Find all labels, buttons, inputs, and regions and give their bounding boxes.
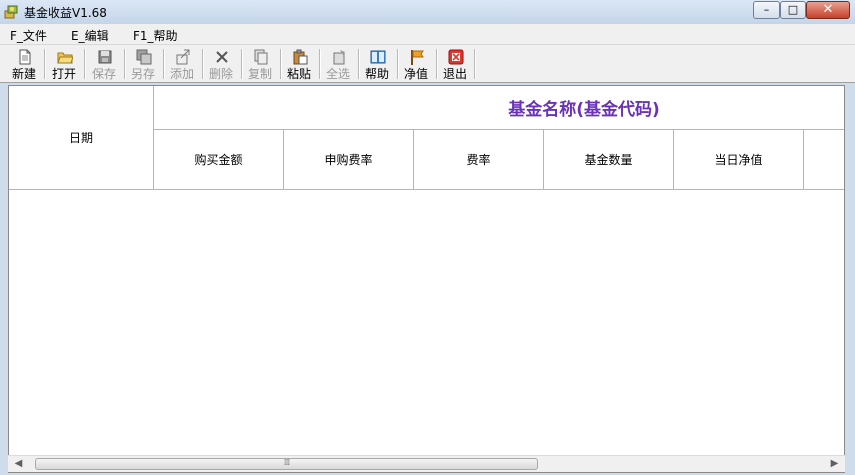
fund-name-header-label: 基金名称(基金代码) — [508, 100, 660, 120]
copy-icon — [254, 49, 268, 65]
horizontal-scrollbar[interactable]: ◀ ⁞⁞⁞ ▶ — [8, 455, 845, 472]
scroll-left-icon[interactable]: ◀ — [10, 456, 27, 472]
paste-icon — [293, 49, 308, 65]
column-header-daily-nav[interactable]: 当日净值 — [674, 130, 804, 190]
column-header-overflow[interactable] — [804, 130, 844, 190]
scrollbar-grip-icon: ⁞⁞⁞ — [283, 458, 291, 468]
new-button[interactable]: 新建 — [6, 47, 42, 81]
date-header-label: 日期 — [68, 131, 93, 145]
toolbar-separator — [474, 49, 476, 79]
help-button[interactable]: 帮助 — [359, 47, 395, 81]
new-document-icon — [19, 49, 31, 65]
column-header-purchase-amount[interactable]: 购买金额 — [154, 130, 284, 190]
save-as-icon — [136, 49, 152, 65]
help-book-icon — [370, 50, 386, 64]
column-header-label: 申购费率 — [324, 153, 373, 167]
app-icon — [4, 5, 18, 19]
save-disk-icon — [98, 50, 112, 64]
scroll-right-icon[interactable]: ▶ — [826, 456, 843, 472]
title-bar[interactable]: 基金收益V1.68 – □ ✕ — [0, 0, 855, 24]
paste-button[interactable]: 粘贴 — [281, 47, 317, 81]
new-button-label: 新建 — [11, 67, 36, 81]
menu-bar: F_文件 E_编辑 F1_帮助 — [0, 24, 855, 45]
copy-button-label: 复制 — [247, 67, 272, 81]
window-title: 基金收益V1.68 — [24, 6, 107, 20]
column-header-fund-quantity[interactable]: 基金数量 — [544, 130, 674, 190]
column-header-label: 基金数量 — [584, 153, 633, 167]
delete-x-icon — [216, 51, 228, 63]
minimize-icon: – — [763, 3, 770, 16]
column-header-fee-rate[interactable]: 费率 — [414, 130, 544, 190]
close-button[interactable]: ✕ — [806, 1, 850, 19]
delete-button-label: 删除 — [208, 67, 233, 81]
net-value-button[interactable]: 净值 — [398, 47, 434, 81]
column-header-date[interactable]: 日期 — [9, 86, 154, 190]
close-icon: ✕ — [822, 2, 834, 17]
column-header-label: 费率 — [466, 153, 491, 167]
save-button-label: 保存 — [91, 67, 116, 81]
maximize-button[interactable]: □ — [780, 1, 806, 19]
save-as-button-label: 另存 — [130, 67, 155, 81]
minimize-button[interactable]: – — [753, 1, 780, 19]
exit-icon — [448, 49, 464, 65]
fund-name-header: 基金名称(基金代码) — [154, 86, 844, 130]
column-header-label: 购买金额 — [194, 153, 243, 167]
column-header-subscription-fee-rate[interactable]: 申购费率 — [284, 130, 414, 190]
open-folder-icon — [57, 52, 73, 64]
menu-help[interactable]: F1_帮助 — [133, 27, 178, 44]
select-all-button-label: 全选 — [325, 67, 350, 81]
select-all-button[interactable]: 全选 — [320, 47, 356, 81]
flag-icon — [411, 50, 424, 65]
menu-file[interactable]: F_文件 — [10, 27, 47, 44]
save-as-button[interactable]: 另存 — [125, 47, 161, 81]
open-button-label: 打开 — [51, 67, 76, 81]
exit-button-label: 退出 — [442, 67, 467, 81]
fund-grid[interactable]: 日期 基金名称(基金代码) 购买金额 申购费率 费率 基金数量 当日净值 — [8, 85, 845, 473]
open-button[interactable]: 打开 — [46, 47, 82, 81]
paste-button-label: 粘贴 — [286, 67, 311, 81]
net-value-button-label: 净值 — [403, 67, 428, 81]
exit-button[interactable]: 退出 — [437, 47, 473, 81]
help-button-label: 帮助 — [364, 67, 389, 81]
add-button[interactable]: 添加 — [164, 47, 200, 81]
save-button[interactable]: 保存 — [86, 47, 122, 81]
select-all-icon — [333, 50, 345, 65]
add-button-label: 添加 — [169, 67, 194, 81]
delete-button[interactable]: 删除 — [203, 47, 239, 81]
toolbar: 新建 打开 保存 另存 添加 删除 复制 粘贴 全选 帮助 净值 退出 — [0, 45, 855, 83]
scrollbar-thumb[interactable]: ⁞⁞⁞ — [35, 458, 538, 470]
copy-button[interactable]: 复制 — [242, 47, 278, 81]
menu-edit[interactable]: E_编辑 — [71, 27, 109, 44]
maximize-icon: □ — [787, 3, 799, 16]
column-header-label: 当日净值 — [714, 153, 763, 167]
add-icon — [176, 49, 190, 65]
